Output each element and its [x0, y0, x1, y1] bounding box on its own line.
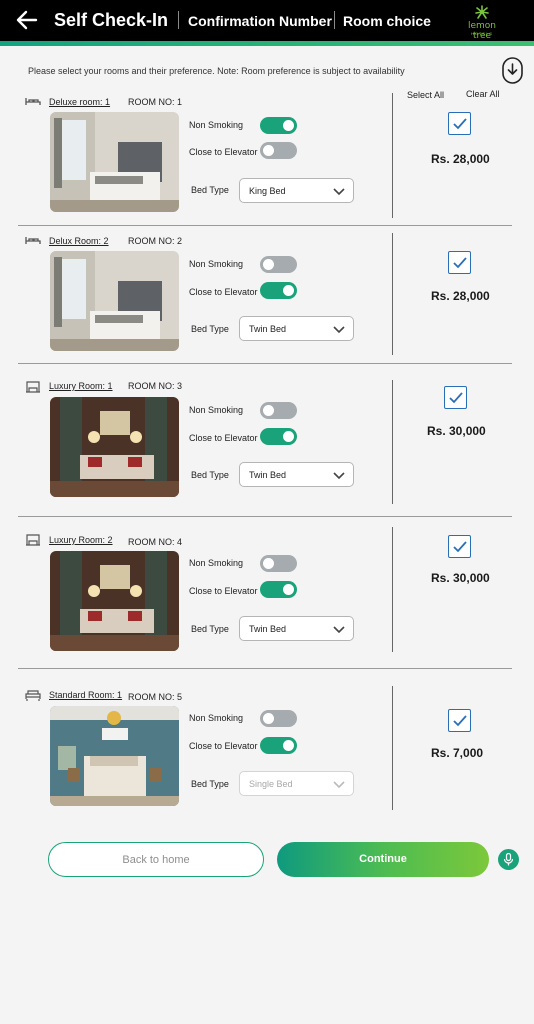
bed-type-value: Twin Bed — [249, 624, 287, 634]
continue-button[interactable]: Continue — [277, 842, 489, 877]
page-title: Self Check-In — [54, 10, 169, 30]
non-smoking-toggle[interactable] — [260, 117, 297, 134]
breadcrumb-separator — [178, 11, 179, 29]
back-to-home-label: Back to home — [122, 854, 190, 866]
chevron-down-icon — [333, 472, 345, 480]
bed-type-value: Twin Bed — [249, 324, 287, 334]
close-to-elevator-label: Close to Elevator — [189, 433, 258, 443]
bed-type-label: Bed Type — [191, 779, 229, 789]
bed-type-value: Twin Bed — [249, 470, 287, 480]
non-smoking-label: Non Smoking — [189, 558, 244, 568]
luxury-bed-icon — [26, 534, 40, 546]
room-photo — [50, 397, 179, 497]
column-divider — [392, 527, 393, 652]
column-divider — [392, 380, 393, 504]
room-price: Rs. 7,000 — [431, 746, 484, 760]
room-select-checkbox[interactable] — [444, 386, 467, 409]
room-number: ROOM NO: 3 — [128, 381, 183, 391]
sofa-bed-icon — [25, 690, 41, 701]
scroll-down-icon[interactable] — [502, 57, 523, 84]
room-name: Luxury Room: 1 — [49, 381, 113, 391]
room-select-checkbox[interactable] — [448, 251, 471, 274]
bed-icon — [25, 98, 41, 105]
room-price: Rs. 30,000 — [431, 571, 490, 585]
chevron-down-icon — [333, 326, 345, 334]
room-select-checkbox[interactable] — [448, 535, 471, 558]
bed-type-value: Single Bed — [249, 779, 293, 789]
room-select-checkbox[interactable] — [448, 709, 471, 732]
close-to-elevator-toggle[interactable] — [260, 737, 297, 754]
room-price: Rs. 28,000 — [431, 152, 490, 166]
luxury-bed-icon — [26, 381, 40, 393]
room-price: Rs. 30,000 — [427, 424, 486, 438]
non-smoking-toggle[interactable] — [260, 710, 297, 727]
continue-label: Continue — [359, 853, 407, 865]
breadcrumb-confirmation-number[interactable]: Confirmation Number — [188, 13, 332, 29]
close-to-elevator-label: Close to Elevator — [189, 147, 258, 157]
breadcrumb-room-choice[interactable]: Room choice — [343, 13, 431, 29]
microphone-button[interactable] — [498, 849, 519, 870]
non-smoking-label: Non Smoking — [189, 120, 244, 130]
bed-type-label: Bed Type — [191, 185, 229, 195]
non-smoking-toggle[interactable] — [260, 402, 297, 419]
chevron-down-icon — [333, 781, 345, 789]
progress-fill — [0, 41, 534, 46]
bed-type-select[interactable]: Twin Bed — [239, 316, 354, 341]
lemon-tree-logo: lemon tree HOTELS — [458, 5, 506, 41]
close-to-elevator-toggle[interactable] — [260, 142, 297, 159]
clear-all-link[interactable]: Clear All — [466, 89, 500, 99]
close-to-elevator-label: Close to Elevator — [189, 287, 258, 297]
chevron-down-icon — [333, 626, 345, 634]
room-number: ROOM NO: 2 — [128, 236, 183, 246]
bed-type-label: Bed Type — [191, 470, 229, 480]
bed-type-label: Bed Type — [191, 324, 229, 334]
back-to-home-button[interactable]: Back to home — [48, 842, 264, 877]
bed-type-select[interactable]: Twin Bed — [239, 462, 354, 487]
room-price: Rs. 28,000 — [431, 289, 490, 303]
non-smoking-label: Non Smoking — [189, 259, 244, 269]
progress-bar — [0, 41, 534, 46]
non-smoking-toggle[interactable] — [260, 555, 297, 572]
breadcrumb-separator — [334, 11, 335, 29]
column-divider — [392, 93, 393, 218]
room-photo — [50, 706, 179, 806]
non-smoking-label: Non Smoking — [189, 405, 244, 415]
room-name: Standard Room: 1 — [49, 690, 123, 700]
room-divider — [18, 363, 512, 364]
room-photo — [50, 251, 179, 351]
room-photo — [50, 112, 179, 212]
back-arrow-icon[interactable] — [16, 9, 38, 31]
room-select-checkbox[interactable] — [448, 112, 471, 135]
room-number: ROOM NO: 4 — [128, 537, 183, 547]
room-divider — [18, 668, 512, 669]
room-name: Delux Room: 2 — [49, 236, 109, 246]
non-smoking-label: Non Smoking — [189, 713, 244, 723]
microphone-icon — [503, 853, 514, 866]
room-divider — [18, 225, 512, 226]
non-smoking-toggle[interactable] — [260, 256, 297, 273]
column-divider — [392, 686, 393, 810]
close-to-elevator-label: Close to Elevator — [189, 741, 258, 751]
room-photo — [50, 551, 179, 651]
bed-icon — [25, 237, 41, 244]
instruction-text: Please select your rooms and their prefe… — [28, 66, 405, 76]
close-to-elevator-toggle[interactable] — [260, 428, 297, 445]
top-bar: Self Check-In Confirmation Number Room c… — [0, 0, 534, 41]
room-name: Luxury Room: 2 — [49, 535, 113, 545]
room-number: ROOM NO: 1 — [128, 97, 183, 107]
room-number: ROOM NO: 5 — [128, 692, 183, 702]
close-to-elevator-label: Close to Elevator — [189, 586, 258, 596]
bed-type-value: King Bed — [249, 186, 286, 196]
close-to-elevator-toggle[interactable] — [260, 282, 297, 299]
bed-type-select[interactable]: Twin Bed — [239, 616, 354, 641]
column-divider — [392, 233, 393, 355]
bed-type-select[interactable]: Single Bed — [239, 771, 354, 796]
room-name: Deluxe room: 1 — [49, 97, 111, 107]
close-to-elevator-toggle[interactable] — [260, 581, 297, 598]
room-divider — [18, 516, 512, 517]
bed-type-select[interactable]: King Bed — [239, 178, 354, 203]
select-all-link[interactable]: Select All — [407, 90, 444, 100]
bed-type-label: Bed Type — [191, 624, 229, 634]
chevron-down-icon — [333, 188, 345, 196]
